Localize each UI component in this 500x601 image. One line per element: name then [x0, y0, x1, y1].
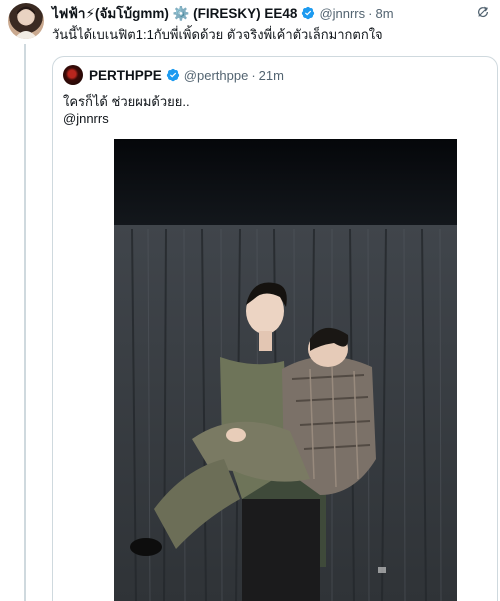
- quoted-tweet-header: PERTHPPE @perthppe · 21m: [89, 65, 284, 85]
- author-handle[interactable]: @jnnrrs: [319, 6, 365, 21]
- thread-line: [24, 44, 26, 601]
- author-name[interactable]: ไฟฟ้า⚡(จัมโบ้gmm) ⚙️ (FIRESKY) EE48: [52, 2, 297, 24]
- photo-image: [114, 139, 457, 601]
- tweet-timestamp[interactable]: 8m: [375, 6, 393, 21]
- quoted-tweet-mention[interactable]: @jnnrrs: [63, 110, 190, 127]
- quoted-tweet-text-line: ใครก็ได้ ช่วยผมด้วยย..: [63, 94, 190, 109]
- separator-dot: ·: [251, 67, 256, 83]
- separator-dot: ·: [368, 5, 373, 21]
- quoted-author-avatar[interactable]: [63, 65, 83, 85]
- quoted-tweet-timestamp[interactable]: 21m: [259, 68, 284, 83]
- quoted-tweet-photo[interactable]: [114, 139, 457, 601]
- tweet-header: ไฟฟ้า⚡(จัมโบ้gmm) ⚙️ (FIRESKY) EE48 @jnn…: [52, 3, 394, 23]
- quoted-tweet-card[interactable]: PERTHPPE @perthppe · 21m ใครก็ได้ ช่วยผม…: [52, 56, 498, 601]
- quoted-author-handle[interactable]: @perthppe: [184, 68, 249, 83]
- cache-icon[interactable]: [476, 5, 490, 19]
- verified-badge-icon: [302, 6, 315, 20]
- tweet-text: วันนี้ได้เบเนฟิต1:1กับพี่เพิ้ดด้วย ตัวจร…: [52, 27, 383, 42]
- verified-badge-icon: [166, 68, 179, 82]
- quoted-author-name[interactable]: PERTHPPE: [89, 68, 162, 83]
- author-avatar[interactable]: [8, 3, 44, 39]
- tweet[interactable]: ไฟฟ้า⚡(จัมโบ้gmm) ⚙️ (FIRESKY) EE48 @jnn…: [0, 0, 500, 601]
- quoted-tweet-text: ใครก็ได้ ช่วยผมด้วยย.. @jnnrrs: [63, 93, 190, 127]
